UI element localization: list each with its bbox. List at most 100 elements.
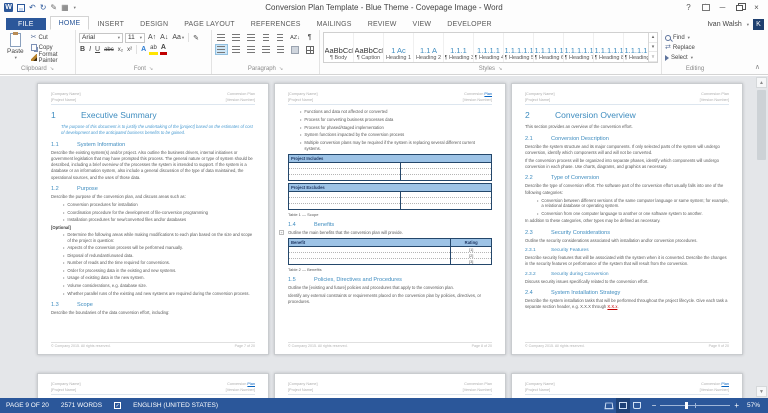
doc-intro-paragraph[interactable]: The purpose of this document is to justi… [61,124,255,136]
bullet-item[interactable]: • Functions and data not affected or conv… [300,109,492,115]
minimize-button[interactable]: ─ [715,2,730,13]
paste-button[interactable]: Paste ▾ [3,32,28,62]
doc-paragraph[interactable]: Describe the boundaries of the data conv… [51,310,255,316]
format-painter-button[interactable]: Format Painter [30,52,72,64]
vertical-scrollbar[interactable]: ▲ ▼ [756,77,767,397]
paste-dropdown-icon[interactable]: ▾ [15,55,17,61]
collapse-ribbon-icon[interactable]: ∧ [755,63,760,71]
style-item-heading-4[interactable]: 1.1.1.1 ¶ Heading 4 [474,33,504,62]
doc-paragraph[interactable]: If the conversion process will be organi… [525,158,729,171]
bullet-item[interactable]: • Process for converting business process… [300,117,492,123]
replace-button[interactable]: ⇄ Replace [665,43,725,52]
style-item-body[interactable]: AaBbCcL¶ Body [324,33,354,62]
doc-heading-1-2[interactable]: 1.2 Purpose [51,186,255,192]
ribbon-tab-references[interactable]: REFERENCES [243,18,309,30]
account-area[interactable]: Ivan Walsh ▾ K [707,19,768,30]
doc-heading-2-4[interactable]: 2.4 System Installation Strategy [525,290,729,296]
zoom-out-button[interactable]: − [652,401,657,410]
bullet-item[interactable]: • Determine the following areas while mak… [63,232,255,244]
styles-scroll-up-icon[interactable]: ▴ [649,33,657,43]
sort-button[interactable]: AZ↓ [289,32,302,43]
print-layout-button[interactable] [615,398,630,413]
align-center-button[interactable] [230,44,243,55]
cut-button[interactable]: ✂ Cut [31,33,72,42]
doc-heading-1-4[interactable]: 1.4 Benefits [288,222,492,228]
bullet-item[interactable]: • System functions impacted by the conver… [300,132,492,138]
doc-paragraph[interactable]: Describe the purpose of the conversion p… [51,194,255,200]
ribbon-tab-design[interactable]: DESIGN [132,18,176,30]
document-page[interactable]: [Company Name] [Project Name] Conversion P… [511,83,743,355]
doc-heading-2-3[interactable]: 2.3 Security Considerations [525,230,729,236]
shading-button[interactable] [289,44,302,55]
style-item-heading-9[interactable]: 1.1.1.1.1.¶ Heading 9 [624,33,649,62]
align-left-button[interactable] [215,44,228,55]
doc-heading-2-3-1[interactable]: 2.3.1 Security Features [525,248,729,253]
bullet-item[interactable]: • Coordination procedure for the developm… [63,210,255,216]
styles-more-icon[interactable]: ▿ [649,52,657,63]
subscript-button[interactable]: x₂ [117,45,124,55]
table-caption[interactable]: Table 2 — Benefits [288,267,492,272]
styles-dialog-launcher[interactable]: ↘ [498,66,502,72]
bullet-item[interactable]: • Whether parallel runs of the existing a… [63,291,255,297]
ribbon-tab-view[interactable]: VIEW [405,18,440,30]
numbering-button[interactable] [230,32,243,43]
table-cell[interactable] [288,173,401,181]
zoom-slider-thumb[interactable] [684,402,688,409]
document-canvas[interactable]: [Company Name] [Project Name] Conversion P… [0,76,768,398]
table-cell[interactable] [288,202,401,210]
scrollbar-thumb[interactable] [757,90,766,160]
doc-paragraph[interactable]: Describe the type of conversion effort. … [525,183,729,196]
superscript-button[interactable]: x² [126,45,133,55]
style-item-heading-6[interactable]: 1.1.1.1.1 ¶ Heading 6 [534,33,564,62]
scroll-down-icon[interactable]: ▼ [756,386,767,397]
bold-button[interactable]: B [79,45,86,55]
document-page[interactable]: [Company Name] [Project Name] Conversion P… [274,83,506,355]
font-color-button[interactable]: A [159,44,167,55]
table-move-anchor-icon[interactable]: + [279,229,284,235]
table-header-cell[interactable]: Rating [450,237,492,247]
ribbon-tab-insert[interactable]: INSERT [89,18,132,30]
proofing-status[interactable]: ✓ [108,398,127,413]
line-spacing-button[interactable] [274,44,287,55]
ribbon-tab-file[interactable]: FILE [6,18,46,30]
ribbon-tab-review[interactable]: REVIEW [360,18,405,30]
header-plan-link[interactable]: Plan [484,92,492,96]
undo-icon[interactable]: ↶ [29,3,36,12]
table-grid-icon[interactable]: ▦ [61,3,69,12]
pen-icon[interactable]: ✎ [50,3,57,12]
zoom-slider[interactable] [660,402,731,409]
ribbon-tab-page-layout[interactable]: PAGE LAYOUT [176,18,243,30]
table-cell[interactable] [399,173,493,181]
clear-formatting-button[interactable]: ✎ [192,33,200,43]
help-button[interactable]: ? [681,2,696,13]
doc-paragraph[interactable]: + Outline the main benefits that the conv… [279,229,492,236]
doc-heading-1[interactable]: 1 Executive Summary [51,110,255,120]
bullet-item[interactable]: • Volume considerations, e.g. database si… [63,283,255,289]
bullet-item[interactable]: • Usage of existing data in the new syste… [63,275,255,281]
table-title-cell[interactable]: Project Excludes [288,182,492,192]
align-right-button[interactable] [244,44,257,55]
bullet-item[interactable]: • Order for processing data in the existi… [63,268,255,274]
styles-scroll-down-icon[interactable]: ▾ [649,43,657,53]
header-plan-link[interactable]: Plan [721,382,729,386]
table-cell[interactable] [287,257,452,265]
strikethrough-button[interactable]: abc [103,45,115,55]
font-dialog-launcher[interactable]: ↘ [149,66,153,72]
doc-paragraph[interactable]: Describe the system structure and its ma… [525,144,729,157]
bullet-item[interactable]: • Installation procedures for new/convert… [63,217,255,223]
grow-font-button[interactable]: A↑ [147,33,157,43]
doc-paragraph[interactable]: This section provides an overview of the… [525,124,729,130]
doc-optional-label[interactable]: [Optional] [51,225,255,230]
doc-paragraph[interactable]: Describe security features that will be … [525,255,729,268]
ribbon-tab-mailings[interactable]: MAILINGS [309,18,360,30]
document-page[interactable]: [Company Name] [Project Name] Conversion P… [274,373,506,398]
italic-button[interactable]: I [88,45,92,55]
doc-heading-2-2[interactable]: 2.2 Type of Conversion [525,175,729,181]
bullet-item[interactable]: • Disposal of redundant/unused data. [63,253,255,259]
ribbon-tab-developer[interactable]: DEVELOPER [439,18,500,30]
table-caption[interactable]: Table 1 — Scope [288,212,492,217]
show-paragraph-marks-button[interactable]: ¶ [303,32,316,43]
doc-heading-1-5[interactable]: 1.5 Policies, Directives and Procedures [288,277,492,283]
select-button[interactable]: Select ▾ [665,53,725,62]
increase-indent-button[interactable] [274,32,287,43]
